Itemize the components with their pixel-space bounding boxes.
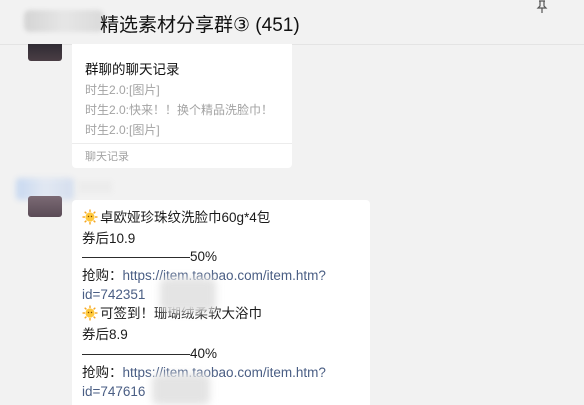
discount-line: ————————40% xyxy=(82,346,218,361)
divider xyxy=(72,143,292,144)
chat-record-title: 群聊的聊天记录 xyxy=(85,62,180,77)
chat-record-line: 时生2.0:快来！！换个精品洗脸巾！ xyxy=(85,103,274,117)
product-link-continued[interactable]: id=742351 xyxy=(82,285,145,305)
redaction-blur xyxy=(152,374,210,405)
product-name-line: 卓欧娅珍珠纹洗脸巾60g*4包 xyxy=(82,208,270,228)
product-price: 券后8.9 xyxy=(82,327,128,342)
pin-icon[interactable] xyxy=(535,0,549,14)
product-link-continued[interactable]: id=747616 xyxy=(82,382,145,402)
discount-line: ————————50% xyxy=(82,249,218,264)
avatar[interactable] xyxy=(28,44,62,61)
redacted-title-prefix xyxy=(24,10,104,32)
chat-title: 精选素材分享群③ (451) xyxy=(100,15,300,36)
message-bubble[interactable]: 卓欧娅珍珠纹洗脸巾60g*4包 券后10.9 ————————50% 抢购：ht… xyxy=(72,200,370,405)
product-price: 券后10.9 xyxy=(82,231,136,246)
avatar[interactable] xyxy=(28,196,62,217)
redacted-sender-name xyxy=(78,181,112,193)
product-link[interactable]: https://item.taobao.com/item.htm? xyxy=(123,268,326,283)
buy-label: 抢购： xyxy=(82,268,123,283)
buy-label: 抢购： xyxy=(82,365,123,380)
redaction-blur xyxy=(160,278,216,312)
chat-record-card[interactable]: 群聊的聊天记录 时生2.0:[图片] 时生2.0:快来！！换个精品洗脸巾！ 时生… xyxy=(72,44,292,168)
chat-header: 精选素材分享群③ (451) xyxy=(0,0,584,45)
sun-emoji-icon xyxy=(82,305,98,321)
chat-record-footer: 聊天记录 xyxy=(85,151,129,163)
product-name: 卓欧娅珍珠纹洗脸巾60g*4包 xyxy=(100,210,271,225)
chat-record-line: 时生2.0:[图片] xyxy=(85,83,160,97)
sun-emoji-icon xyxy=(82,209,98,225)
chat-record-line: 时生2.0:[图片] xyxy=(85,123,160,137)
